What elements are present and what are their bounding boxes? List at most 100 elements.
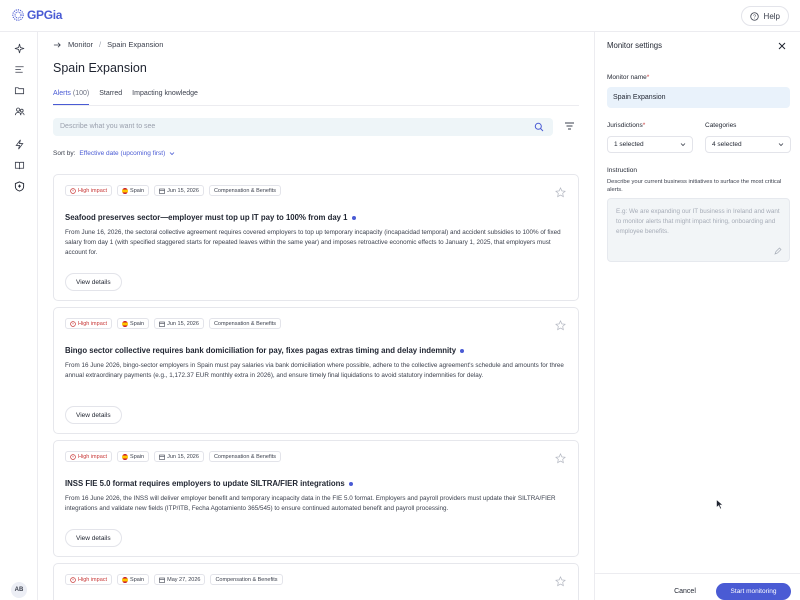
impact-badge: High impact (65, 451, 113, 462)
panel-footer: Cancel Start monitoring (595, 573, 800, 600)
alert-title[interactable]: Bingo sector collective requires bank do… (65, 346, 465, 355)
logo-text: GPGia (27, 8, 63, 22)
folder-icon[interactable] (12, 83, 26, 97)
list-icon[interactable] (12, 62, 26, 76)
sort-control: Sort by: Effective date (upcoming first) (53, 150, 175, 157)
chevron-down-icon (680, 143, 686, 147)
category-badge: Compensation & Benefits (210, 574, 283, 585)
panel-title: Monitor settings (607, 41, 663, 50)
breadcrumb-separator: / (99, 40, 102, 49)
people-icon[interactable] (12, 104, 26, 118)
instruction-textarea[interactable]: E.g: We are expanding our IT business in… (607, 198, 790, 262)
alert-title[interactable]: INSS FIE 5.0 format requires employers t… (65, 479, 353, 488)
monitor-name-label: Monitor name* (607, 74, 649, 81)
jurisdictions-select[interactable]: 1 selected (607, 136, 693, 153)
category-badge: Compensation & Benefits (208, 451, 282, 462)
arrow-right-icon[interactable] (53, 41, 62, 49)
svg-text:?: ? (753, 14, 756, 20)
instruction-label: Instruction (607, 167, 637, 174)
date-label: May 27, 2026 (167, 576, 201, 583)
tab-alerts[interactable]: Alerts (100) (53, 90, 90, 105)
monitor-settings-panel: Monitor settings Monitor name* Spain Exp… (594, 32, 800, 600)
jurisdictions-value: 1 selected (614, 141, 644, 148)
alert-title-text: Bingo sector collective requires bank do… (65, 346, 457, 355)
search-input[interactable]: Describe what you want to see (53, 118, 553, 136)
impact-badge: High impact (65, 574, 113, 585)
spain-flag-icon (122, 187, 129, 194)
required-mark: * (646, 74, 650, 81)
tab-starred[interactable]: Starred (99, 90, 122, 105)
star-icon[interactable] (555, 320, 566, 331)
help-button[interactable]: ? Help (740, 6, 789, 26)
date-badge: Jun 15, 2026 (154, 451, 204, 462)
breadcrumb-parent[interactable]: Monitor (68, 40, 93, 49)
star-icon[interactable] (555, 187, 566, 198)
date-label: Jun 15, 2026 (167, 187, 199, 194)
help-label: Help (763, 11, 780, 21)
country-label: Spain (130, 187, 145, 194)
categories-select[interactable]: 4 selected (705, 136, 791, 153)
impact-label: High impact (78, 187, 108, 194)
country-label: Spain (130, 576, 145, 583)
search-placeholder: Describe what you want to see (60, 123, 156, 130)
alert-card[interactable]: High impact Spain Jun 15, 2026 Compensat… (53, 307, 579, 434)
book-icon[interactable] (12, 158, 26, 172)
alert-description: From 16 June 2026, bingo-sector employer… (65, 362, 564, 379)
categories-label: Categories (705, 122, 737, 129)
close-icon[interactable] (778, 42, 786, 50)
calendar-icon (159, 188, 165, 194)
date-badge: Jun 15, 2026 (154, 185, 204, 196)
sidebar: AB (0, 32, 38, 600)
star-icon[interactable] (555, 453, 566, 464)
filter-icon[interactable] (564, 121, 575, 131)
tab-alerts-label: Alerts (53, 90, 71, 97)
sparkle-icon[interactable] (12, 41, 26, 55)
category-badge: Compensation & Benefits (208, 185, 282, 196)
shield-icon[interactable] (12, 179, 26, 193)
view-details-button[interactable]: View details (65, 529, 122, 547)
alert-title[interactable]: Seafood preserves sector—employer must t… (65, 213, 356, 222)
warning-icon (70, 320, 76, 327)
alert-card[interactable]: High impact Spain Jun 15, 2026 Compensat… (53, 174, 579, 301)
warning-icon (70, 187, 76, 194)
top-bar: GPGia ? Help (0, 0, 800, 32)
category-badge: Compensation & Benefits (208, 318, 282, 329)
country-badge: Spain (117, 574, 150, 585)
warning-icon (70, 576, 76, 583)
alert-description: From 16 June 2026, the INSS will deliver… (65, 495, 556, 512)
monitor-name-label-text: Monitor name (607, 74, 647, 81)
alert-card[interactable]: High impact Spain Jun 15, 2026 Compensat… (53, 440, 579, 557)
cancel-button[interactable]: Cancel (665, 583, 705, 600)
avatar[interactable]: AB (11, 582, 27, 598)
chevron-down-icon (778, 143, 784, 147)
star-icon[interactable] (555, 576, 566, 587)
start-monitoring-button[interactable]: Start monitoring (716, 583, 791, 600)
help-icon: ? (749, 11, 759, 21)
alert-card[interactable]: High impact Spain May 27, 2026 Compensat… (53, 563, 579, 600)
view-details-button[interactable]: View details (65, 273, 122, 291)
page-title: Spain Expansion (53, 61, 147, 75)
country-label: Spain (130, 320, 145, 327)
pencil-icon[interactable] (774, 247, 782, 255)
chevron-down-icon[interactable] (169, 151, 175, 156)
alert-tags: High impact Spain May 27, 2026 Compensat… (65, 574, 283, 585)
sort-dropdown[interactable]: Effective date (upcoming first) (79, 150, 165, 157)
monitor-name-input[interactable]: Spain Expansion (607, 87, 790, 108)
calendar-icon (159, 577, 165, 583)
categories-value: 4 selected (712, 141, 742, 148)
lightning-icon[interactable] (12, 137, 26, 151)
date-badge: Jun 15, 2026 (154, 318, 204, 329)
impact-label: High impact (78, 576, 108, 583)
alert-tags: High impact Spain Jun 15, 2026 Compensat… (65, 318, 282, 329)
breadcrumb: Monitor / Spain Expansion (53, 40, 163, 49)
breadcrumb-current: Spain Expansion (107, 40, 164, 49)
app-logo[interactable]: GPGia (11, 8, 62, 22)
tab-impacting-knowledge[interactable]: Impacting knowledge (132, 90, 198, 105)
view-details-button[interactable]: View details (65, 406, 122, 424)
sort-label: Sort by: (53, 150, 76, 157)
tab-alerts-count: (100) (72, 90, 90, 97)
impact-badge: High impact (65, 185, 113, 196)
alert-tags: High impact Spain Jun 15, 2026 Compensat… (65, 185, 282, 196)
search-sparkle-icon[interactable] (534, 122, 544, 132)
required-mark: * (642, 122, 646, 129)
